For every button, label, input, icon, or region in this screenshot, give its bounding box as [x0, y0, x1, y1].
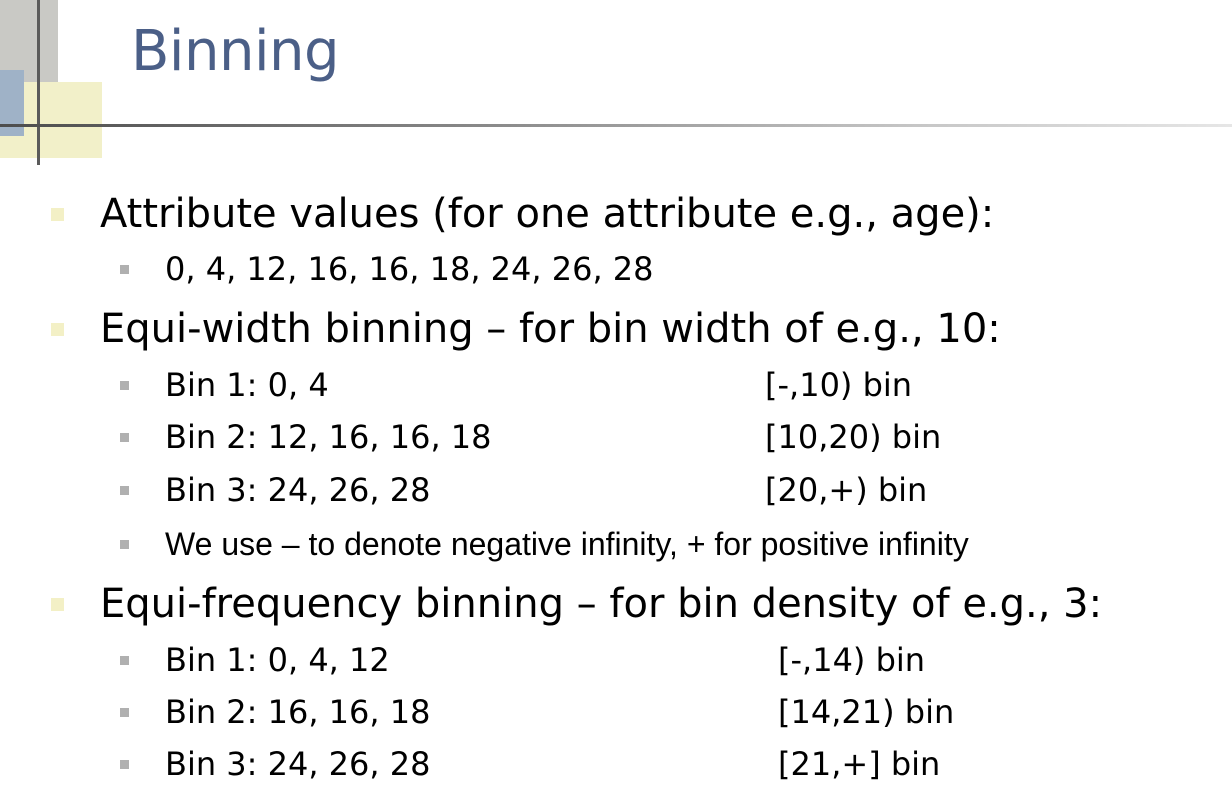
bin-range: [21,+] bin: [778, 745, 941, 783]
section-heading: Equi-width binning – for bin width of e.…: [100, 306, 1001, 352]
corner-vertical-rule: [37, 0, 40, 165]
slide-title: Binning: [131, 19, 340, 84]
main-bullet-icon: [51, 598, 64, 611]
section-heading: Attribute values (for one attribute e.g.…: [100, 191, 995, 237]
list-item-text: Bin 2: 16, 16, 18: [165, 693, 431, 731]
list-item-text: Bin 3: 24, 26, 28: [165, 745, 431, 783]
list-item-text: Bin 2: 12, 16, 16, 18: [165, 418, 492, 456]
section-heading: Equi-frequency binning – for bin density…: [100, 581, 1103, 627]
list-item-text: 0, 4, 12, 16, 16, 18, 24, 26, 28: [165, 250, 654, 288]
bin-range: [20,+) bin: [765, 471, 928, 509]
sub-bullet-icon: [120, 433, 129, 442]
list-item-text: Bin 3: 24, 26, 28: [165, 471, 431, 509]
sub-bullet-icon: [120, 486, 129, 495]
list-item-text: We use – to denote negative infinity, + …: [165, 526, 969, 562]
bin-range: [10,20) bin: [765, 418, 942, 456]
sub-bullet-icon: [120, 381, 129, 390]
title-underline-rule: [0, 124, 1232, 127]
sub-bullet-icon: [120, 760, 129, 769]
list-item-text: Bin 1: 0, 4: [165, 366, 329, 404]
bin-range: [-,10) bin: [765, 366, 913, 404]
main-bullet-icon: [51, 323, 64, 336]
sub-bullet-icon: [120, 708, 129, 717]
bin-range: [14,21) bin: [778, 693, 955, 731]
bin-range: [-,14) bin: [778, 641, 926, 679]
main-bullet-icon: [51, 208, 64, 221]
sub-bullet-icon: [120, 540, 129, 549]
list-item-text: Bin 1: 0, 4, 12: [165, 641, 390, 679]
sub-bullet-icon: [120, 656, 129, 665]
sub-bullet-icon: [120, 265, 129, 274]
